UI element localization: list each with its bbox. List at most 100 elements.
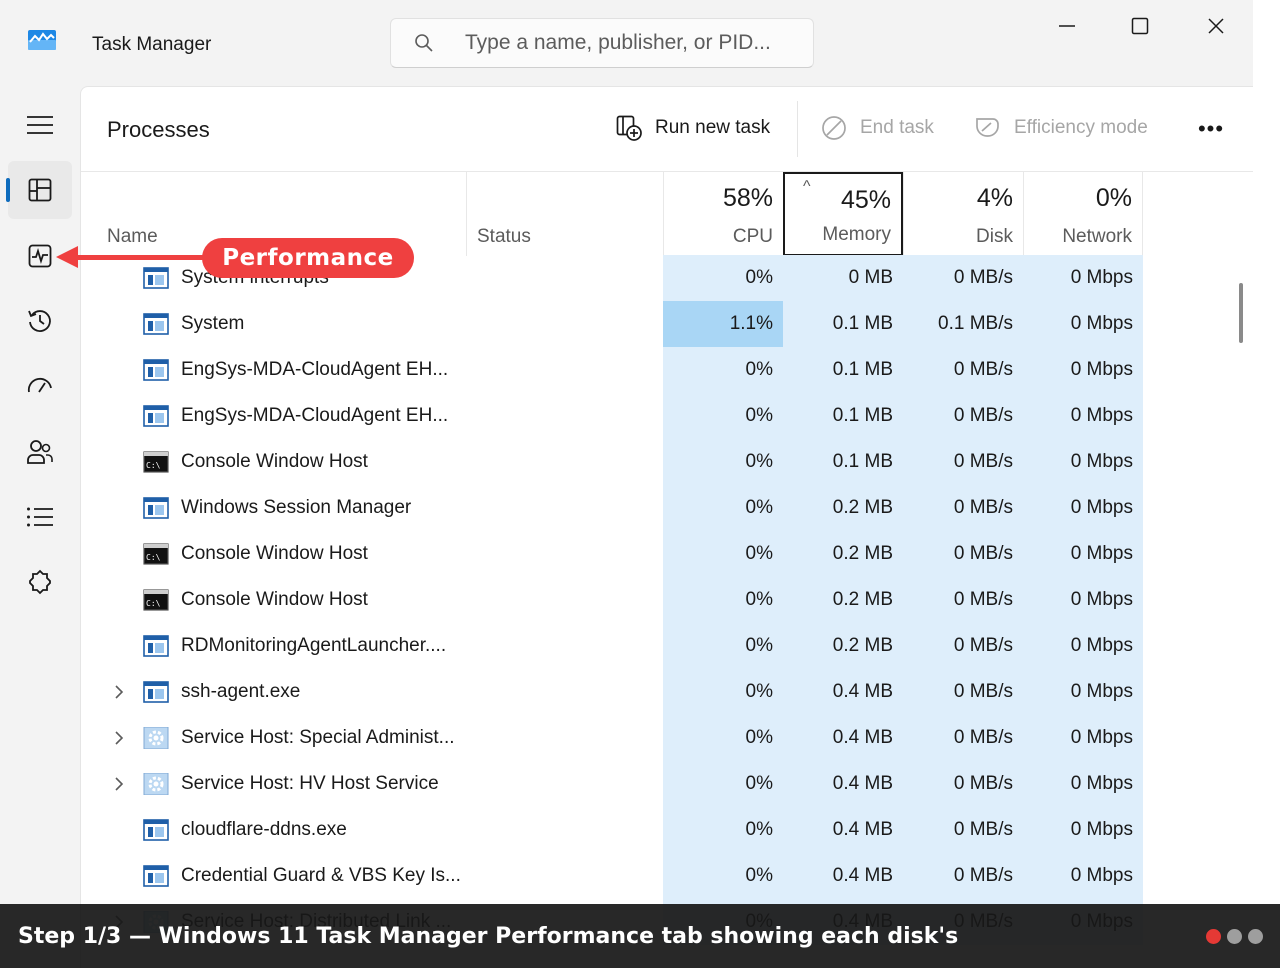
table-row[interactable]: ssh-agent.exe 0% 0.4 MB 0 MB/s 0 Mbps [81,669,1253,715]
process-disk-cell: 0.1 MB/s [903,301,1023,347]
process-disk-cell: 0 MB/s [903,853,1023,899]
process-status-cell [466,807,663,853]
column-header-status[interactable]: Status [466,172,663,256]
nav-users[interactable] [8,423,72,481]
table-row[interactable]: cloudflare-ddns.exe 0% 0.4 MB 0 MB/s 0 Mbps [81,807,1253,853]
process-icon-wrap: C:\ [143,589,181,611]
process-name: Console Window Host [181,543,368,564]
title-bar: Task Manager [0,0,1253,86]
nav-details[interactable] [8,488,72,546]
process-name-cell: Credential Guard & VBS Key Is... [109,853,467,899]
step-dot-3[interactable] [1248,929,1263,944]
chevron-right-icon[interactable] [109,682,129,702]
process-network-cell: 0 Mbps [1023,347,1143,393]
maximize-button[interactable] [1117,10,1163,42]
process-name-cell: EngSys-MDA-CloudAgent EH... [109,347,467,393]
column-name-label: Name [107,226,158,247]
chevron-right-icon[interactable] [109,774,129,794]
process-name: System [181,313,245,334]
process-name-cell: EngSys-MDA-CloudAgent EH... [109,393,467,439]
process-network-cell: 0 Mbps [1023,807,1143,853]
table-row[interactable]: System 1.1% 0.1 MB 0.1 MB/s 0 Mbps [81,301,1253,347]
annotation-arrow-head [56,246,78,268]
process-icon-wrap [143,359,181,381]
nav-app-history[interactable] [8,292,72,350]
table-row[interactable]: EngSys-MDA-CloudAgent EH... 0% 0.1 MB 0 MB/… [81,347,1253,393]
app-history-icon [28,310,51,332]
table-row[interactable]: Service Host: Special Administ... 0% 0.4 M… [81,715,1253,761]
process-name: Windows Session Manager [181,497,412,518]
table-row[interactable]: Credential Guard & VBS Key Is... 0% 0.4 MB… [81,853,1253,899]
process-disk-cell: 0 MB/s [903,715,1023,761]
process-network-cell: 0 Mbps [1023,393,1143,439]
process-memory-cell: 0.1 MB [783,347,903,393]
column-status-label: Status [477,226,531,247]
run-new-task-button[interactable]: Run new task [615,111,770,145]
run-new-task-icon [616,115,642,141]
column-header-network[interactable]: 0% Network [1023,172,1143,256]
process-cpu-cell: 0% [663,623,783,669]
process-cpu-cell: 0% [663,393,783,439]
vertical-scrollbar[interactable] [1239,283,1243,343]
table-row[interactable]: EngSys-MDA-CloudAgent EH... 0% 0.1 MB 0 MB/… [81,393,1253,439]
process-disk-cell: 0 MB/s [903,807,1023,853]
process-disk-cell: 0 MB/s [903,485,1023,531]
process-memory-cell: 0.1 MB [783,393,903,439]
column-header-cpu[interactable]: 58% CPU [663,172,783,256]
search-box[interactable] [390,18,814,68]
process-status-cell [466,715,663,761]
console-icon: C:\ [143,589,169,611]
process-icon-wrap [143,635,181,657]
nav-processes[interactable] [8,161,72,219]
table-row[interactable]: RDMonitoringAgentLauncher.... 0% 0.2 MB 0 M… [81,623,1253,669]
memory-total-percent: 45% [840,186,891,214]
search-input[interactable] [465,29,795,57]
process-memory-cell: 0.2 MB [783,623,903,669]
maximize-icon [1131,17,1149,35]
process-network-cell: 0 Mbps [1023,669,1143,715]
efficiency-mode-button[interactable]: Efficiency mode [974,111,1148,145]
users-icon [27,440,53,464]
table-row[interactable]: C:\ Console Window Host 0% 0.1 MB 0 MB/s 0 Mb… [81,439,1253,485]
process-status-cell [466,439,663,485]
process-name: Console Window Host [181,451,368,472]
nav-services[interactable] [8,554,72,612]
end-task-button[interactable]: End task [820,111,934,145]
nav-menu-button[interactable] [8,96,72,154]
command-separator [797,101,798,157]
process-name-cell: C:\ Console Window Host [109,531,467,577]
process-memory-cell: 0.2 MB [783,577,903,623]
process-disk-cell: 0 MB/s [903,531,1023,577]
table-row[interactable]: Windows Session Manager 0% 0.2 MB 0 MB/s 0 M… [81,485,1253,531]
column-header-memory[interactable]: ^ 45% Memory [783,172,903,256]
step-dot-2[interactable] [1227,929,1242,944]
process-memory-cell: 0 MB [783,255,903,301]
step-dot-1[interactable] [1206,929,1221,944]
end-task-icon [822,116,846,140]
table-row[interactable]: Service Host: HV Host Service 0% 0.4 MB 0 M… [81,761,1253,807]
search-icon [415,34,433,52]
close-button[interactable] [1193,10,1239,42]
table-row[interactable]: C:\ Console Window Host 0% 0.2 MB 0 MB/s 0 Mb… [81,531,1253,577]
process-name-cell: C:\ Console Window Host [109,439,467,485]
process-cpu-cell: 0% [663,669,783,715]
process-memory-cell: 0.1 MB [783,301,903,347]
process-icon-wrap [143,681,181,703]
caption-bar: Step 1/3 — Windows 11 Task Manager Perfo… [0,904,1280,968]
process-status-cell [466,485,663,531]
annotation-arrow-line [76,255,204,260]
chevron-right-icon[interactable] [109,728,129,748]
column-header-disk[interactable]: 4% Disk [903,172,1023,256]
more-options-button[interactable]: ••• [1189,109,1233,149]
process-icon-wrap [143,497,181,519]
process-network-cell: 0 Mbps [1023,853,1143,899]
table-row[interactable]: C:\ Console Window Host 0% 0.2 MB 0 MB/s 0 Mb… [81,577,1253,623]
process-cpu-cell: 0% [663,577,783,623]
nav-startup-apps[interactable] [8,357,72,415]
minimize-button[interactable] [1044,10,1090,42]
